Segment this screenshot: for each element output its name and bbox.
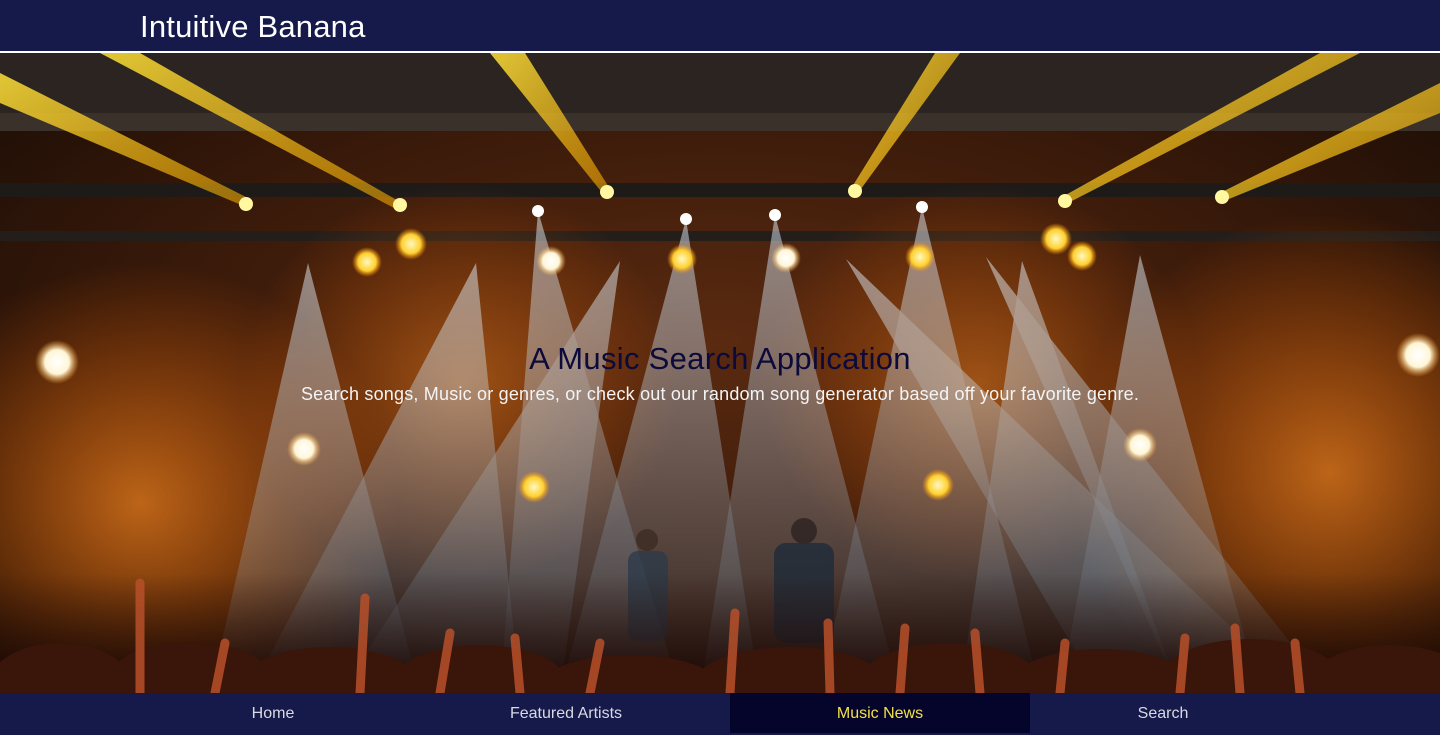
nav-featured-artists[interactable]: Featured Artists xyxy=(412,693,720,733)
nav-music-news[interactable]: Music News xyxy=(730,693,1030,733)
hero-subtitle: Search songs, Music or genres, or check … xyxy=(300,384,1140,404)
bottom-nav: Home Featured Artists Music News Search xyxy=(0,693,1440,733)
hero-text: A Music Search Application Search songs,… xyxy=(0,339,1440,407)
hero-banner: A Music Search Application Search songs,… xyxy=(0,53,1440,693)
top-header: Intuitive Banana xyxy=(0,0,1440,53)
brand-title[interactable]: Intuitive Banana xyxy=(140,8,366,46)
nav-home[interactable]: Home xyxy=(120,693,426,733)
hero-title: A Music Search Application xyxy=(529,341,911,376)
nav-search[interactable]: Search xyxy=(1030,693,1296,733)
